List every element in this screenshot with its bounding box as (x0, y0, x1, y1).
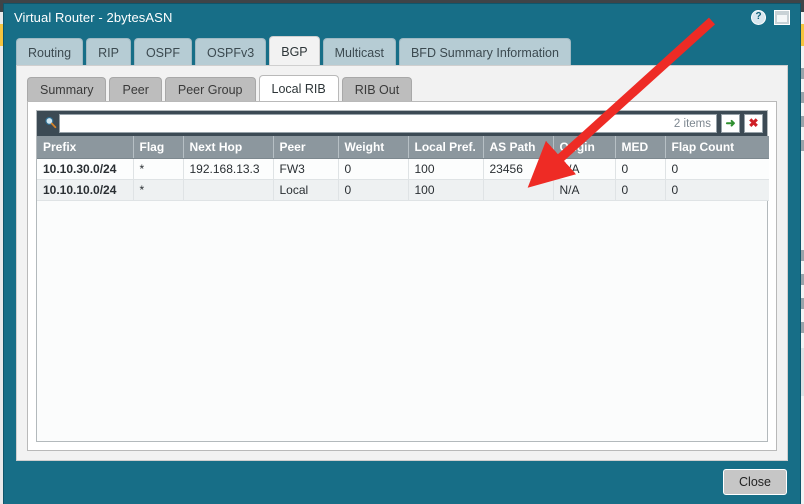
column-header-med[interactable]: MED (615, 136, 665, 159)
column-header-flag[interactable]: Flag (133, 136, 183, 159)
cell-flap-count: 0 (665, 180, 769, 201)
cell-next-hop (183, 180, 273, 201)
local-rib-grid: 2 items ➜ ✖ (36, 110, 768, 442)
page-title: Virtual Router - 2bytesASN (14, 10, 172, 25)
search-magnifier-icon[interactable] (41, 116, 59, 132)
cell-origin: N/A (553, 159, 615, 180)
dialog-titlebar: Virtual Router - 2bytesASN ? (4, 4, 800, 33)
cell-med: 0 (615, 180, 665, 201)
column-header-flap-count[interactable]: Flap Count (665, 136, 769, 159)
tab-routing[interactable]: Routing (16, 38, 83, 66)
cell-local-pref: 100 (408, 159, 483, 180)
column-header-local-pref[interactable]: Local Pref. (408, 136, 483, 159)
help-circle-icon[interactable]: ? (751, 10, 766, 25)
search-input[interactable]: 2 items (59, 114, 717, 133)
column-header-prefix[interactable]: Prefix (37, 136, 133, 159)
column-header-as-path[interactable]: AS Path (483, 136, 553, 159)
subtab-peer-group[interactable]: Peer Group (165, 77, 256, 102)
column-header-weight[interactable]: Weight (338, 136, 408, 159)
dialog-footer: Close (4, 461, 800, 504)
cell-next-hop: 192.168.13.3 (183, 159, 273, 180)
tab-ospf[interactable]: OSPF (134, 38, 192, 66)
tab-bfd-summary-information[interactable]: BFD Summary Information (399, 38, 571, 66)
cell-flag: * (133, 180, 183, 201)
subtab-peer[interactable]: Peer (109, 77, 161, 102)
subtab-summary[interactable]: Summary (27, 77, 106, 102)
table-row[interactable]: 10.10.10.0/24 * Local 0 100 N/A 0 0 (37, 180, 769, 201)
tab-ospfv3[interactable]: OSPFv3 (195, 38, 266, 66)
cell-local-pref: 100 (408, 180, 483, 201)
table-header-row: Prefix Flag Next Hop Peer Weight Local P… (37, 136, 769, 159)
local-rib-table: Prefix Flag Next Hop Peer Weight Local P… (37, 136, 769, 201)
apply-filter-button[interactable]: ➜ (721, 114, 740, 133)
cell-peer: Local (273, 180, 338, 201)
tab-rip[interactable]: RIP (86, 38, 131, 66)
cell-flap-count: 0 (665, 159, 769, 180)
close-button[interactable]: Close (723, 469, 787, 495)
local-rib-content-pane: 2 items ➜ ✖ (27, 101, 777, 451)
column-header-next-hop[interactable]: Next Hop (183, 136, 273, 159)
column-header-peer[interactable]: Peer (273, 136, 338, 159)
tab-multicast[interactable]: Multicast (323, 38, 396, 66)
cell-med: 0 (615, 159, 665, 180)
column-header-origin[interactable]: Origin (553, 136, 615, 159)
primary-tab-bar: Routing RIP OSPF OSPFv3 BGP Multicast BF… (16, 34, 574, 66)
cell-as-path: 23456 (483, 159, 553, 180)
cell-as-path (483, 180, 553, 201)
virtual-router-dialog: Virtual Router - 2bytesASN ? Routing RIP… (4, 4, 800, 504)
cell-prefix[interactable]: 10.10.30.0/24 (37, 159, 133, 180)
cell-origin: N/A (553, 180, 615, 201)
grid-toolbar: 2 items ➜ ✖ (37, 111, 767, 136)
tab-bgp[interactable]: BGP (269, 36, 319, 66)
subtab-local-rib[interactable]: Local RIB (259, 75, 339, 102)
restore-window-icon[interactable] (774, 10, 790, 25)
clear-filter-button[interactable]: ✖ (744, 114, 763, 133)
subtab-rib-out[interactable]: RIB Out (342, 77, 412, 102)
cell-weight: 0 (338, 180, 408, 201)
secondary-tab-bar: Summary Peer Peer Group Local RIB RIB Ou… (27, 75, 415, 102)
table-row[interactable]: 10.10.30.0/24 * 192.168.13.3 FW3 0 100 2… (37, 159, 769, 180)
cell-flag: * (133, 159, 183, 180)
cell-peer: FW3 (273, 159, 338, 180)
dialog-body-panel: Summary Peer Peer Group Local RIB RIB Ou… (16, 65, 788, 461)
screenshot-root: Virtual Router - 2bytesASN ? Routing RIP… (0, 0, 804, 504)
item-count-label: 2 items (674, 118, 711, 130)
titlebar-icons: ? (751, 10, 790, 25)
cell-weight: 0 (338, 159, 408, 180)
cell-prefix[interactable]: 10.10.10.0/24 (37, 180, 133, 201)
